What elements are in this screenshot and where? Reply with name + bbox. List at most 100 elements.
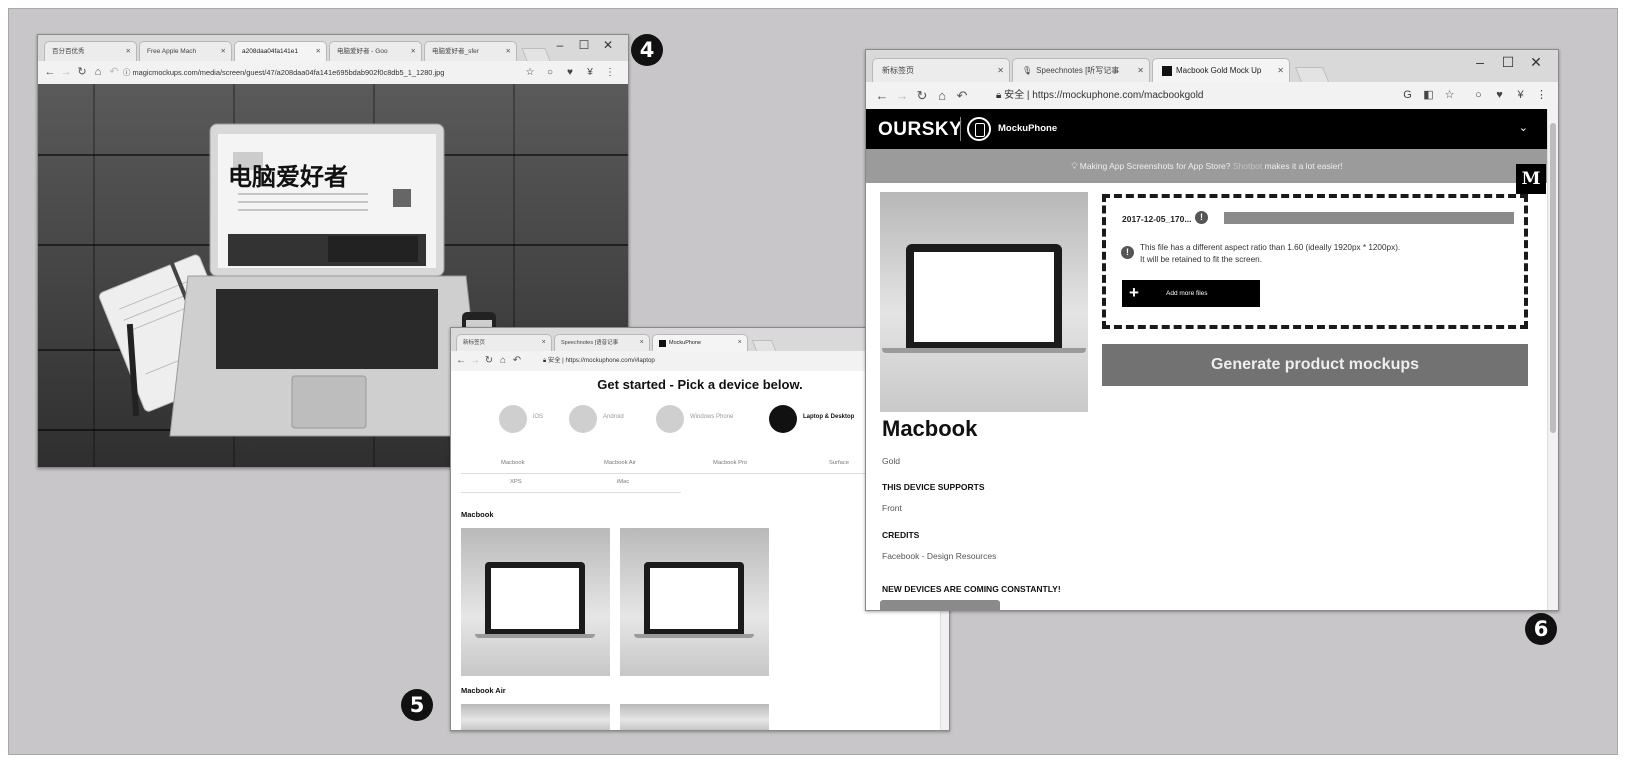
credits-heading: CREDITS	[882, 530, 920, 540]
medium-icon[interactable]: M	[1516, 164, 1546, 194]
back-icon[interactable]: ←	[454, 351, 468, 371]
maximize-icon[interactable]: ☐	[1494, 50, 1522, 74]
undo-icon[interactable]: ↶	[106, 61, 122, 84]
scrollbar-thumb[interactable]	[1550, 123, 1556, 433]
undo-icon[interactable]: ↶	[510, 351, 524, 371]
extensions-icon[interactable]: ¥	[580, 61, 600, 84]
step-badge-6: 6	[1525, 613, 1557, 645]
tab-close-icon[interactable]: ✕	[1137, 59, 1144, 82]
home-icon[interactable]: ⌂	[496, 351, 510, 371]
oursky-logo[interactable]: OURSKY	[878, 119, 962, 141]
tab-new[interactable]: 新标签页 ✕	[456, 334, 552, 351]
laptop-icon	[882, 244, 1086, 354]
star-icon[interactable]: ☆	[1439, 82, 1460, 109]
tab-5[interactable]: 电脑爱好者_sfer ✕	[424, 41, 517, 61]
new-tab-button[interactable]	[521, 48, 551, 61]
model-tab-macbook[interactable]: Macbook	[501, 460, 525, 466]
tab-speechnotes[interactable]: Speechnotes [语音记事 ✕	[554, 334, 650, 351]
supports-value: Front	[882, 503, 902, 513]
menu-icon[interactable]: ⋮	[600, 61, 620, 84]
circle-icon[interactable]: ○	[1468, 82, 1489, 109]
translate-icon[interactable]: ◧	[1418, 82, 1439, 109]
subscribe-button[interactable]	[880, 600, 1000, 610]
reload-icon[interactable]: ↻	[912, 82, 932, 109]
reload-icon[interactable]: ↻	[74, 61, 90, 84]
home-icon[interactable]: ⌂	[932, 82, 952, 109]
model-tab-macbook-air[interactable]: Macbook Air	[604, 460, 636, 466]
model-tab-macbook-pro[interactable]: Macbook Pro	[713, 460, 747, 466]
model-tab-imac[interactable]: iMac	[617, 479, 629, 485]
credits-link[interactable]: Facebook - Design Resources	[882, 551, 996, 561]
forward-icon[interactable]: →	[892, 82, 912, 109]
tab-close-icon[interactable]: ✕	[541, 335, 546, 351]
tab-close-icon[interactable]: ✕	[316, 42, 321, 61]
window-controls: – ☐ ✕	[1466, 50, 1550, 74]
new-tab-button[interactable]	[751, 340, 777, 351]
device-card-macbook-2[interactable]	[620, 528, 769, 676]
close-icon[interactable]: ✕	[1522, 50, 1550, 74]
tab-close-icon[interactable]: ✕	[506, 42, 511, 61]
extensions-icon[interactable]: ¥	[1510, 82, 1531, 109]
forward-icon[interactable]: →	[58, 61, 74, 84]
model-tab-xps[interactable]: XPS	[510, 479, 522, 485]
tab-3-active[interactable]: a208daa04fa141e1 ✕	[234, 41, 327, 61]
screenshot-canvas: 百分百优秀 ✕ Free Apple Mach ✕ a208daa04fa141e1…	[8, 8, 1618, 755]
tab-close-icon[interactable]: ✕	[411, 42, 416, 61]
lock-icon: 🔒︎	[996, 90, 1005, 101]
undo-icon[interactable]: ↶	[952, 82, 972, 109]
new-tab-button[interactable]	[1294, 67, 1330, 82]
tab-macbook-gold[interactable]: Macbook Gold Mock Up ✕	[1152, 58, 1290, 82]
section-title-macbook-air: Macbook Air	[461, 686, 506, 695]
url-field[interactable]: 🔒︎ 安全 | https://mockuphone.com/#laptop	[543, 354, 873, 368]
add-more-files-button[interactable]: + Add more files	[1122, 280, 1260, 307]
address-toolbar: ← → ↻ ⌂ ↶ 🔒︎ 安全 | https://mockuphone.com/mac…	[866, 82, 1558, 110]
tab-close-icon[interactable]: ✕	[737, 335, 742, 351]
device-card-macbook-1[interactable]	[461, 528, 610, 676]
vertical-scrollbar[interactable]	[1547, 109, 1558, 610]
toolbar-right: G ◧ ☆ ○ ♥ ¥ ⋮	[1397, 82, 1552, 109]
toolbar-right: ☆ ○ ♥ ¥ ⋮	[520, 61, 620, 84]
minimize-icon[interactable]: –	[1466, 50, 1494, 74]
reload-icon[interactable]: ↻	[482, 351, 496, 371]
url-field[interactable]: ⓘ magicmockups.com/media/screen/guest/47…	[123, 65, 561, 80]
model-tab-surface[interactable]: Surface	[829, 460, 849, 466]
menu-icon[interactable]: ⋮	[1531, 82, 1552, 109]
tab-new[interactable]: 新标签页 ✕	[872, 58, 1010, 82]
device-card-macbook-air-2[interactable]	[620, 704, 769, 730]
back-icon[interactable]: ←	[872, 82, 892, 109]
tab-strip: 百分百优秀 ✕ Free Apple Mach ✕ a208daa04fa141e1…	[38, 35, 628, 61]
file-dropzone[interactable]: 2017-12-05_170... ! ! This file has a di…	[1102, 194, 1528, 329]
tab-close-icon[interactable]: ✕	[639, 335, 644, 351]
home-icon[interactable]: ⌂	[90, 61, 106, 84]
device-title: Macbook	[882, 416, 978, 441]
circle-icon[interactable]: ○	[540, 61, 560, 84]
tab-close-icon[interactable]: ✕	[1277, 59, 1284, 82]
device-card-macbook-air-1[interactable]	[461, 704, 610, 730]
android-icon	[569, 405, 597, 433]
tab-1[interactable]: 百分百优秀 ✕	[44, 41, 137, 61]
google-icon[interactable]: G	[1397, 82, 1418, 109]
tab-speechnotes[interactable]: 🎙︎ Speechnotes [听写记事 ✕	[1012, 58, 1150, 82]
tab-close-icon[interactable]: ✕	[126, 42, 131, 61]
url-field[interactable]: 🔒︎ 安全 | https://mockuphone.com/macbookgo…	[996, 87, 1400, 104]
windows-icon	[656, 405, 684, 433]
chevron-down-icon[interactable]: ⌄	[1519, 121, 1528, 134]
forward-icon[interactable]: →	[468, 351, 482, 371]
star-icon[interactable]: ☆	[520, 61, 540, 84]
generate-mockups-button[interactable]: Generate product mockups	[1102, 344, 1528, 386]
tab-close-icon[interactable]: ✕	[221, 42, 226, 61]
tab-2[interactable]: Free Apple Mach ✕	[139, 41, 232, 61]
maximize-icon[interactable]: ☐	[572, 35, 596, 55]
mockuphone-brand[interactable]: MockuPhone	[998, 123, 1057, 134]
shield-icon[interactable]: ♥	[1489, 82, 1510, 109]
tab-mockuphone[interactable]: MockuPhone ✕	[652, 334, 748, 351]
laptop-icon	[475, 562, 595, 640]
promo-banner: 💡︎ Making App Screenshots for App Store?…	[866, 149, 1548, 183]
close-icon[interactable]: ✕	[596, 35, 620, 55]
shotbot-link[interactable]: Shotbot	[1233, 161, 1262, 171]
shield-icon[interactable]: ♥	[560, 61, 580, 84]
back-icon[interactable]: ←	[42, 61, 58, 84]
tab-close-icon[interactable]: ✕	[997, 59, 1004, 82]
minimize-icon[interactable]: –	[548, 35, 572, 55]
tab-4[interactable]: 电脑爱好者 - Goo ✕	[329, 41, 422, 61]
